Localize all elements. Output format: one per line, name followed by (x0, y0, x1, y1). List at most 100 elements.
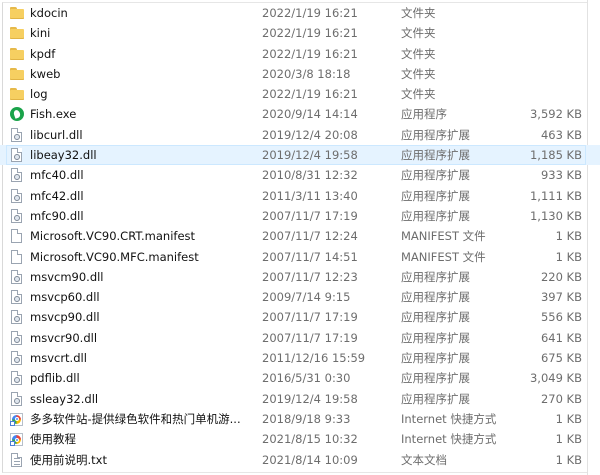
dll-icon (10, 148, 24, 163)
internet-shortcut-icon (10, 432, 24, 447)
folder-icon (10, 47, 24, 61)
file-modified-date: 2021/8/14 10:09 (262, 452, 358, 467)
file-name: msvcrt.dll (30, 351, 87, 366)
dll-icon (10, 391, 24, 406)
file-size: 1 KB (555, 452, 582, 467)
file-row[interactable]: pdflib.dll 2016/5/31 0:30 应用程序扩展 3,049 K… (0, 368, 600, 388)
file-row[interactable]: Microsoft.VC90.CRT.manifest 2007/11/7 12… (0, 226, 600, 246)
file-row[interactable]: log 2022/1/19 16:21 文件夹 (0, 84, 600, 104)
file-size: 1 KB (555, 249, 582, 264)
dll-icon (10, 310, 24, 325)
file-size: 1 KB (555, 411, 582, 426)
folder-icon (10, 26, 24, 40)
file-modified-date: 2007/11/7 14:51 (262, 249, 358, 264)
file-name: kpdf (30, 46, 56, 61)
file-size: 463 KB (540, 127, 582, 142)
file-row[interactable]: 使用教程 2021/8/15 10:32 Internet 快捷方式 1 KB (0, 429, 600, 449)
file-name: kweb (30, 66, 61, 81)
dll-icon (10, 290, 24, 305)
file-row[interactable]: Fish.exe 2020/9/14 14:14 应用程序 3,592 KB (0, 104, 600, 124)
file-type: 文件夹 (401, 26, 436, 41)
file-modified-date: 2011/12/16 15:59 (262, 351, 366, 366)
internet-shortcut-icon (10, 412, 24, 426)
folder-icon (10, 6, 24, 20)
file-row[interactable]: mfc40.dll 2010/8/31 12:32 应用程序扩展 933 KB (0, 165, 600, 185)
file-modified-date: 2020/3/8 18:18 (262, 66, 351, 81)
file-row[interactable]: Microsoft.VC90.MFC.manifest 2007/11/7 14… (0, 247, 600, 267)
file-row[interactable]: msvcrt.dll 2011/12/16 15:59 应用程序扩展 675 K… (0, 348, 600, 368)
file-type: 文件夹 (401, 66, 436, 81)
file-size: 397 KB (540, 290, 582, 305)
file-size: 1 KB (555, 432, 582, 447)
file-name: msvcm90.dll (30, 269, 104, 284)
file-size: 270 KB (540, 391, 582, 406)
file-row[interactable]: kpdf 2022/1/19 16:21 文件夹 (0, 44, 600, 64)
file-modified-date: 2020/9/14 14:14 (262, 107, 358, 122)
file-name: Fish.exe (30, 107, 77, 122)
file-modified-date: 2022/1/19 16:21 (262, 26, 358, 41)
file-size: 556 KB (540, 310, 582, 325)
file-size: 641 KB (540, 330, 582, 345)
file-size: 675 KB (540, 351, 582, 366)
file-type: 应用程序扩展 (401, 148, 470, 163)
file-modified-date: 2016/5/31 0:30 (262, 371, 351, 386)
file-modified-date: 2007/11/7 12:24 (262, 229, 358, 244)
file-size: 1 KB (555, 229, 582, 244)
file-row[interactable]: kini 2022/1/19 16:21 文件夹 (0, 23, 600, 43)
file-row[interactable]: libcurl.dll 2019/12/4 20:08 应用程序扩展 463 K… (0, 125, 600, 145)
dll-icon (10, 208, 24, 223)
file-row[interactable]: 使用前说明.txt 2021/8/14 10:09 文本文档 1 KB (0, 450, 600, 470)
file-modified-date: 2007/11/7 17:19 (262, 330, 358, 345)
file-size: 220 KB (540, 269, 582, 284)
file-modified-date: 2022/1/19 16:21 (262, 46, 358, 61)
file-modified-date: 2021/8/15 10:32 (262, 432, 358, 447)
file-name: Microsoft.VC90.MFC.manifest (30, 249, 199, 264)
file-row[interactable]: msvcr90.dll 2007/11/7 17:19 应用程序扩展 641 K… (0, 328, 600, 348)
file-row[interactable]: ssleay32.dll 2019/12/4 19:58 应用程序扩展 270 … (0, 389, 600, 409)
file-type: 文件夹 (401, 46, 436, 61)
file-name: mfc40.dll (30, 168, 84, 183)
file-list: kdocin 2022/1/19 16:21 文件夹 kini 2022/1/1… (0, 3, 600, 470)
file-row[interactable]: 多多软件站-提供绿色软件和热门单机游... 2018/9/18 9:33 Int… (0, 409, 600, 429)
file-modified-date: 2019/12/4 19:58 (262, 391, 358, 406)
file-row[interactable]: libeay32.dll 2019/12/4 19:58 应用程序扩展 1,18… (0, 145, 600, 166)
folder-icon (10, 87, 24, 101)
file-row[interactable]: msvcp60.dll 2009/7/14 9:15 应用程序扩展 397 KB (0, 287, 600, 307)
file-type: 文件夹 (401, 87, 436, 102)
file-modified-date: 2010/8/31 12:32 (262, 168, 358, 183)
file-modified-date: 2007/11/7 17:19 (262, 208, 358, 223)
file-name: msvcp90.dll (30, 310, 100, 325)
file-size: 933 KB (540, 168, 582, 183)
file-row[interactable]: kweb 2020/3/8 18:18 文件夹 (0, 64, 600, 84)
dll-icon (10, 351, 24, 366)
folder-icon (10, 67, 24, 81)
file-name: msvcp60.dll (30, 290, 100, 305)
file-modified-date: 2019/12/4 20:08 (262, 127, 358, 142)
file-name: pdflib.dll (30, 371, 80, 386)
file-icon (10, 229, 24, 244)
file-modified-date: 2018/9/18 9:33 (262, 411, 351, 426)
file-icon (10, 249, 24, 264)
file-modified-date: 2011/3/11 13:40 (262, 188, 358, 203)
file-name: libeay32.dll (30, 148, 97, 163)
file-row[interactable]: mfc90.dll 2007/11/7 17:19 应用程序扩展 1,130 K… (0, 206, 600, 226)
file-row[interactable]: mfc42.dll 2011/3/11 13:40 应用程序扩展 1,111 K… (0, 186, 600, 206)
exe-app-icon (10, 107, 24, 122)
file-size: 3,049 KB (529, 371, 582, 386)
file-size: 1,130 KB (529, 208, 582, 223)
file-size: 3,592 KB (529, 107, 582, 122)
file-name: kini (30, 26, 51, 41)
file-row[interactable]: msvcm90.dll 2007/11/7 12:23 应用程序扩展 220 K… (0, 267, 600, 287)
file-name: mfc42.dll (30, 188, 84, 203)
file-name: log (30, 87, 48, 102)
file-name: msvcr90.dll (30, 330, 98, 345)
dll-icon (10, 168, 24, 183)
file-size: 1,111 KB (529, 188, 582, 203)
file-modified-date: 2022/1/19 16:21 (262, 87, 358, 102)
file-name: mfc90.dll (30, 208, 84, 223)
file-name: 使用前说明.txt (30, 452, 107, 467)
file-modified-date: 2007/11/7 12:23 (262, 269, 358, 284)
file-row[interactable]: msvcp90.dll 2007/11/7 17:19 应用程序扩展 556 K… (0, 307, 600, 327)
file-row[interactable]: kdocin 2022/1/19 16:21 文件夹 (0, 3, 600, 23)
text-file-icon (10, 452, 24, 467)
